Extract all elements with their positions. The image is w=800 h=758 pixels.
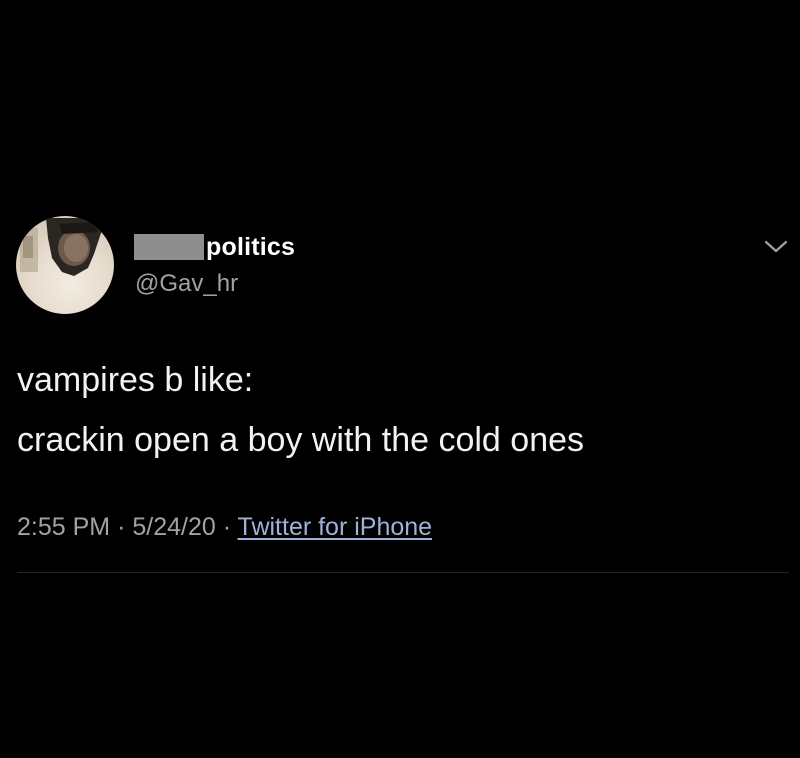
author-handle[interactable]: @Gav_hr: [135, 270, 238, 298]
author-display-name[interactable]: politics: [134, 232, 295, 262]
tweet-time[interactable]: 2:55 PM: [17, 513, 110, 541]
divider: [17, 572, 789, 573]
profile-photo-icon: [20, 218, 102, 276]
tweet: politics @Gav_hr vampires b like: cracki…: [0, 0, 800, 758]
tweet-source-link[interactable]: Twitter for iPhone: [238, 513, 433, 541]
tweet-meta: 2:55 PM · 5/24/20 · Twitter for iPhone: [17, 513, 432, 542]
meta-separator: ·: [117, 513, 126, 541]
tweet-text-line: vampires b like:: [17, 361, 254, 399]
tweet-text-line: crackin open a boy with the cold ones: [17, 421, 585, 459]
chevron-down-icon[interactable]: [763, 236, 789, 256]
display-name-text: politics: [206, 232, 296, 261]
avatar[interactable]: [16, 216, 114, 314]
meta-separator: ·: [222, 513, 232, 541]
tweet-text: vampires b like: crackin open a boy with…: [17, 350, 584, 470]
name-redaction-block: [134, 234, 204, 260]
tweet-date[interactable]: 5/24/20: [132, 513, 215, 541]
